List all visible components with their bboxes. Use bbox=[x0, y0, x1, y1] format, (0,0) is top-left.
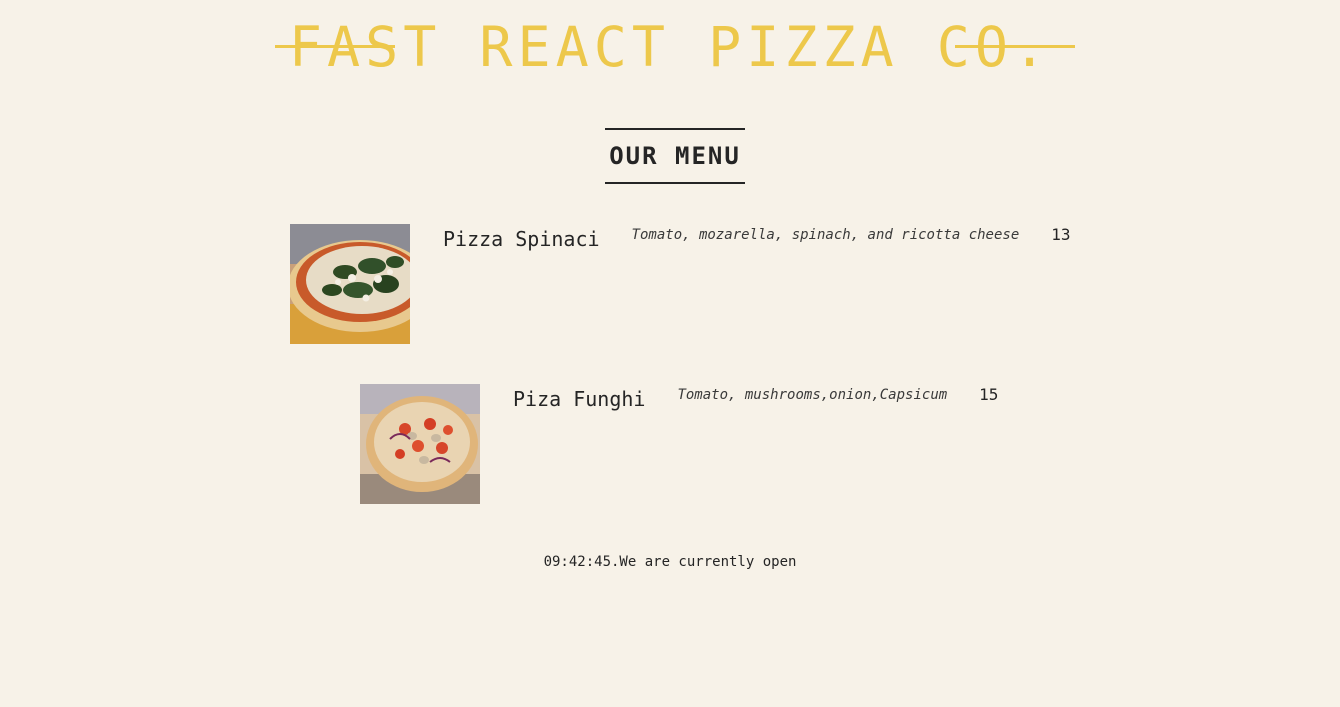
menu-heading: OUR MENU bbox=[605, 128, 745, 184]
pizza-photo-funghi bbox=[360, 384, 480, 504]
pizza-ingredients: Tomato, mushrooms,onion,Capsicum bbox=[677, 387, 948, 403]
pizza-name: Piza Funghi bbox=[513, 387, 646, 411]
pizza-photo-spinaci bbox=[290, 224, 410, 344]
pizza-price: 13 bbox=[1051, 225, 1071, 244]
pizza-price: 15 bbox=[979, 385, 999, 404]
site-title: FAST REACT PIZZA CO. bbox=[288, 15, 1052, 79]
footer-status: 09:42:45.We are currently open bbox=[543, 554, 797, 570]
pizza-item: Pizza Spinaci Tomato, mozarella, spinach… bbox=[290, 224, 1071, 344]
page: FAST REACT PIZZA CO. OUR MENU Pizza Spin… bbox=[0, 0, 1340, 707]
site-header: FAST REACT PIZZA CO. bbox=[0, 0, 1340, 95]
pizza-name: Pizza Spinaci bbox=[443, 227, 600, 251]
pizza-ingredients: Tomato, mozarella, spinach, and ricotta … bbox=[631, 227, 1020, 243]
pizza-item: Piza Funghi Tomato, mushrooms,onion,Caps… bbox=[360, 384, 998, 504]
